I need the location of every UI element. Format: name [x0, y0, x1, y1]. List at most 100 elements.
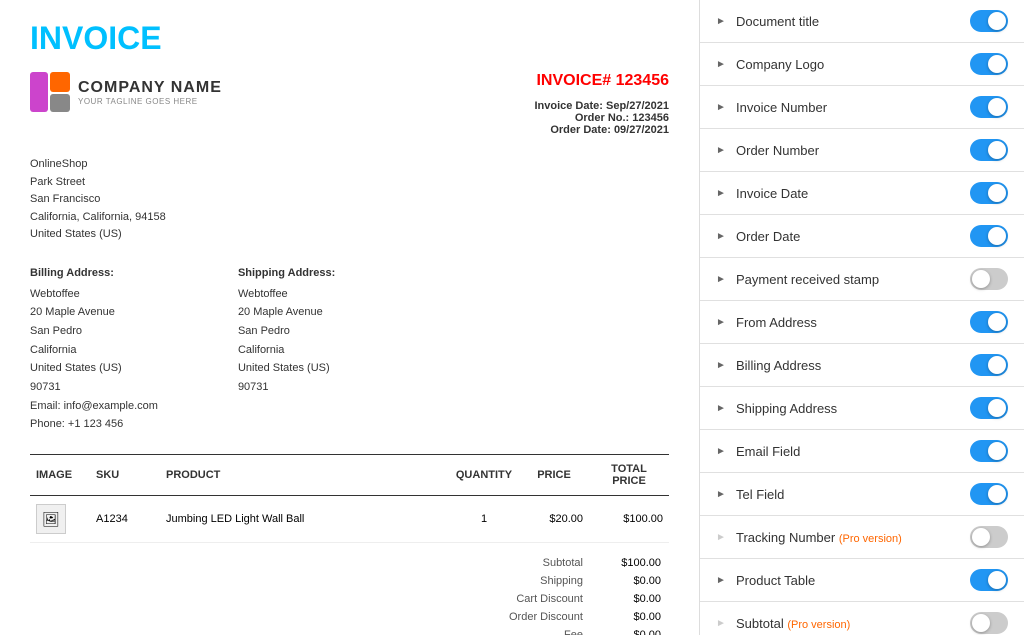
toggle-email-field[interactable] [970, 440, 1008, 462]
subtotal-row: Subtotal $100.00 [471, 555, 667, 571]
toggle-tel-field[interactable] [970, 483, 1008, 505]
cart-discount-row: Cart Discount $0.00 [471, 591, 667, 607]
toggle-product-table[interactable] [970, 569, 1008, 591]
settings-panel: ► Document title ► Company Logo ► Invoic… [700, 0, 1024, 635]
invoice-meta: Invoice Date: Sep/27/2021 Order No.: 123… [534, 100, 669, 136]
product-qty-cell: 1 [449, 496, 519, 543]
invoice-panel: INVOICE COMPANY NAME YOUR TAGLINE GOES H… [0, 0, 700, 635]
chevron-icon: ► [716, 317, 728, 328]
settings-label: Payment received stamp [736, 272, 962, 287]
settings-item-tracking-number[interactable]: ► Tracking Number (Pro version) [700, 516, 1024, 559]
product-table: IMAGE SKU PRODUCT QUANTITY PRICE TOTAL P… [30, 454, 669, 543]
toggle-order-number[interactable] [970, 139, 1008, 161]
col-header-sku: SKU [90, 455, 160, 496]
toggle-company-logo[interactable] [970, 53, 1008, 75]
toggle-billing-address[interactable] [970, 354, 1008, 376]
settings-label: Order Number [736, 143, 962, 158]
product-name-cell: Jumbing LED Light Wall Ball [160, 496, 449, 543]
invoice-title: INVOICE [30, 20, 669, 57]
chevron-icon: ► [716, 16, 728, 27]
order-date-line: Order Date: 09/27/2021 [534, 124, 669, 136]
chevron-icon: ► [716, 145, 728, 156]
chevron-icon: ► [716, 231, 728, 242]
fee-row: Fee $0.00 [471, 627, 667, 635]
chevron-icon: ► [716, 489, 728, 500]
shipping-address-block: Shipping Address: Webtoffee 20 Maple Ave… [238, 264, 335, 434]
toggle-subtotal[interactable] [970, 612, 1008, 634]
settings-label: Tel Field [736, 487, 962, 502]
company-name-block: COMPANY NAME YOUR TAGLINE GOES HERE [78, 79, 222, 106]
toggle-invoice-number[interactable] [970, 96, 1008, 118]
chevron-icon: ► [716, 575, 728, 586]
toggle-order-date[interactable] [970, 225, 1008, 247]
pro-label: (Pro version) [787, 619, 850, 631]
chevron-icon: ► [716, 360, 728, 371]
invoice-number: INVOICE# 123456 [536, 72, 669, 90]
toggle-payment-stamp[interactable] [970, 268, 1008, 290]
settings-item-document-title[interactable]: ► Document title [700, 0, 1024, 43]
product-total-cell: $100.00 [589, 496, 669, 543]
settings-label: Order Date [736, 229, 962, 244]
settings-item-order-number[interactable]: ► Order Number [700, 129, 1024, 172]
company-tagline: YOUR TAGLINE GOES HERE [78, 97, 222, 106]
col-header-total: TOTAL PRICE [589, 455, 669, 496]
pro-label: (Pro version) [839, 533, 902, 545]
product-sku-cell: A1234 [90, 496, 160, 543]
col-header-quantity: QUANTITY [449, 455, 519, 496]
settings-label: Billing Address [736, 358, 962, 373]
product-image-cell: 🖼 [30, 496, 90, 543]
settings-item-company-logo[interactable]: ► Company Logo [700, 43, 1024, 86]
col-header-product: PRODUCT [160, 455, 449, 496]
product-image-placeholder: 🖼 [36, 504, 66, 534]
order-no-line: Order No.: 123456 [534, 112, 669, 124]
settings-item-shipping-address[interactable]: ► Shipping Address [700, 387, 1024, 430]
toggle-shipping-address[interactable] [970, 397, 1008, 419]
billing-address-block: Billing Address: Webtoffee 20 Maple Aven… [30, 264, 158, 434]
chevron-icon: ► [716, 59, 728, 70]
settings-label: Company Logo [736, 57, 962, 72]
chevron-icon: ► [716, 532, 728, 543]
table-row: 🖼 A1234 Jumbing LED Light Wall Ball 1 $2… [30, 496, 669, 543]
settings-item-invoice-number[interactable]: ► Invoice Number [700, 86, 1024, 129]
company-logo-icon [30, 72, 70, 112]
toggle-from-address[interactable] [970, 311, 1008, 333]
chevron-icon: ► [716, 403, 728, 414]
settings-label: Product Table [736, 573, 962, 588]
from-address: OnlineShop Park Street San Francisco Cal… [30, 156, 669, 244]
settings-item-subtotal[interactable]: ► Subtotal (Pro version) [700, 602, 1024, 635]
settings-label: Subtotal (Pro version) [736, 616, 962, 631]
order-discount-row: Order Discount $0.00 [471, 609, 667, 625]
chevron-icon: ► [716, 274, 728, 285]
invoice-header: COMPANY NAME YOUR TAGLINE GOES HERE INVO… [30, 72, 669, 136]
company-name: COMPANY NAME [78, 79, 222, 97]
settings-label: From Address [736, 315, 962, 330]
totals-section: Subtotal $100.00 Shipping $0.00 Cart Dis… [30, 553, 669, 635]
col-header-image: IMAGE [30, 455, 90, 496]
settings-item-tel-field[interactable]: ► Tel Field [700, 473, 1024, 516]
settings-label: Invoice Date [736, 186, 962, 201]
col-header-price: PRICE [519, 455, 589, 496]
toggle-document-title[interactable] [970, 10, 1008, 32]
invoice-header-right: INVOICE# 123456 Invoice Date: Sep/27/202… [534, 72, 669, 136]
toggle-tracking-number[interactable] [970, 526, 1008, 548]
settings-label: Shipping Address [736, 401, 962, 416]
settings-item-payment-stamp[interactable]: ► Payment received stamp [700, 258, 1024, 301]
settings-item-email-field[interactable]: ► Email Field [700, 430, 1024, 473]
product-price-cell: $20.00 [519, 496, 589, 543]
settings-item-billing-address[interactable]: ► Billing Address [700, 344, 1024, 387]
invoice-date-line: Invoice Date: Sep/27/2021 [534, 100, 669, 112]
company-logo-area: COMPANY NAME YOUR TAGLINE GOES HERE [30, 72, 222, 112]
chevron-icon: ► [716, 188, 728, 199]
chevron-icon: ► [716, 618, 728, 629]
settings-label: Tracking Number (Pro version) [736, 530, 962, 545]
toggle-invoice-date[interactable] [970, 182, 1008, 204]
settings-item-invoice-date[interactable]: ► Invoice Date [700, 172, 1024, 215]
settings-item-from-address[interactable]: ► From Address [700, 301, 1024, 344]
settings-item-order-date[interactable]: ► Order Date [700, 215, 1024, 258]
settings-item-product-table[interactable]: ► Product Table [700, 559, 1024, 602]
settings-label: Email Field [736, 444, 962, 459]
settings-label: Invoice Number [736, 100, 962, 115]
settings-label: Document title [736, 14, 962, 29]
totals-table: Subtotal $100.00 Shipping $0.00 Cart Dis… [469, 553, 669, 635]
shipping-row: Shipping $0.00 [471, 573, 667, 589]
